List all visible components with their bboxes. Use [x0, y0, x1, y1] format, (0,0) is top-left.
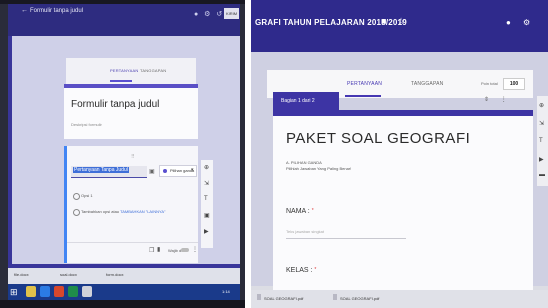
- option-1[interactable]: Opsi 1: [81, 193, 93, 198]
- download-item[interactable]: soal.docx: [60, 272, 77, 277]
- radio-option-icon: [73, 193, 80, 200]
- add-video-icon[interactable]: ▶: [539, 156, 544, 163]
- bezel: [0, 0, 245, 4]
- windows-taskbar: ⊞ 1:14: [8, 284, 240, 300]
- app-icon[interactable]: [82, 286, 92, 297]
- toolbar-icons[interactable]: ● ⚙ ↺: [194, 10, 224, 18]
- radio-add-icon: [73, 209, 80, 216]
- question-title-field[interactable]: Pertanyaan Tanpa Judul: [71, 166, 147, 178]
- question-card[interactable]: ⠿ Pertanyaan Tanpa Judul ▣ Pilihan ganda…: [64, 146, 198, 263]
- chevron-down-icon: ▾: [191, 167, 194, 173]
- window-title: Formulir tanpa judul: [30, 8, 84, 14]
- window-title-bar: ← Formulir tanpa judul ● ⚙ ↺ KIRIM: [8, 0, 240, 36]
- section-label: Bagian 1 dari 2: [273, 92, 339, 110]
- question-footer-divider: [67, 242, 198, 243]
- tab-questions[interactable]: PERTANYAAN: [347, 81, 382, 87]
- windows-start-icon[interactable]: ⊞: [10, 287, 18, 298]
- chrome-icon[interactable]: [54, 286, 64, 297]
- add-option-text[interactable]: Tambahkan opsi atau: [81, 209, 119, 214]
- star-icon[interactable]: ☆: [397, 16, 405, 27]
- total-points-value: 100: [503, 78, 525, 90]
- tab-responses[interactable]: TANGGAPAN: [140, 68, 166, 73]
- question-nama[interactable]: NAMA : *: [286, 208, 314, 215]
- drag-handle-icon[interactable]: ⠿: [131, 154, 135, 160]
- form-tabs: PERTANYAAN TANGGAPAN: [66, 58, 196, 84]
- add-image-icon[interactable]: ▣: [149, 168, 155, 175]
- import-question-icon[interactable]: ⇲: [204, 180, 209, 187]
- add-title-icon[interactable]: T: [204, 196, 208, 202]
- form-header-card[interactable]: Formulir tanpa judul Deskripsi formulir: [64, 84, 198, 139]
- download-bar: file.docx soal.docx form.docx: [8, 268, 240, 284]
- form-description-line1[interactable]: A. PILIHAN GANDA: [286, 160, 322, 165]
- required-asterisk: *: [311, 208, 314, 214]
- add-video-icon[interactable]: ▶: [204, 228, 209, 235]
- required-toggle[interactable]: [181, 248, 189, 252]
- question-title[interactable]: Pertanyaan Tanpa Judul: [73, 167, 129, 173]
- section-menu-icons[interactable]: ⇕ ⋮: [484, 96, 512, 103]
- add-other-link[interactable]: TAMBAHKAN "LAINNYA": [120, 209, 165, 214]
- file-icon: [333, 294, 337, 300]
- more-vert-icon[interactable]: ⋮: [192, 246, 198, 253]
- form-title[interactable]: PAKET SOAL GEOGRAFI: [286, 130, 470, 147]
- taskbar-clock: 1:14: [222, 289, 230, 294]
- download-bar: SOAL GEOGRAFI.pdf SOAL GEOGRAFI.pdf: [251, 290, 548, 308]
- import-question-icon[interactable]: ⇲: [539, 120, 544, 127]
- duplicate-icon[interactable]: ❐: [149, 247, 154, 254]
- short-answer-field[interactable]: Teks jawaban singkat: [286, 229, 406, 239]
- window-title-bar: GRAFI TAHUN PELAJARAN 2018/2019 ■ ☆ ● ⚙: [251, 0, 548, 52]
- question-type-dropdown[interactable]: Pilihan ganda ▾: [159, 165, 197, 177]
- add-question-icon[interactable]: ⊕: [539, 102, 544, 109]
- add-option-row[interactable]: Tambahkan opsi atau TAMBAHKAN "LAINNYA": [81, 209, 165, 214]
- form-description[interactable]: Deskripsi formulir: [71, 122, 102, 127]
- add-title-icon[interactable]: T: [539, 138, 543, 144]
- send-button[interactable]: KIRIM: [224, 8, 239, 19]
- file-explorer-icon[interactable]: [26, 286, 36, 297]
- add-section-icon[interactable]: ▬: [539, 172, 545, 178]
- download-item[interactable]: SOAL GEOGRAFI.pdf: [264, 296, 303, 301]
- form-description-line2[interactable]: Pilihlah Jawaban Yang Paling Benar!: [286, 166, 351, 171]
- delete-icon[interactable]: ▮: [157, 246, 160, 253]
- total-points-label: Poin total: [481, 81, 498, 86]
- ie-icon[interactable]: [40, 286, 50, 297]
- download-item[interactable]: form.docx: [106, 272, 124, 277]
- folder-icon[interactable]: ■: [381, 16, 386, 26]
- floating-toolbar: ⊕ ⇲ T ▶ ▬: [537, 96, 548, 186]
- left-photo-google-forms-blank: ← Formulir tanpa judul ● ⚙ ↺ KIRIM PERTA…: [0, 0, 245, 308]
- floating-toolbar: ⊕ ⇲ T ▣ ▶: [201, 160, 213, 248]
- download-item[interactable]: SOAL GEOGRAFI.pdf: [340, 296, 379, 301]
- bezel-bottom: [0, 300, 245, 308]
- question-kelas[interactable]: KELAS : *: [286, 267, 316, 274]
- question-kelas-label: KELAS :: [286, 267, 313, 274]
- add-image-icon[interactable]: ▣: [204, 212, 210, 219]
- active-tab-indicator: [345, 95, 381, 97]
- download-item[interactable]: file.docx: [14, 272, 29, 277]
- back-arrow-icon[interactable]: ←: [21, 7, 28, 14]
- required-asterisk: *: [314, 267, 317, 273]
- active-tab-indicator: [110, 80, 132, 82]
- question-nama-label: NAMA :: [286, 208, 310, 215]
- radio-type-icon: [163, 169, 167, 173]
- right-photo-google-forms-geografi: GRAFI TAHUN PELAJARAN 2018/2019 ■ ☆ ● ⚙ …: [251, 0, 548, 308]
- form-title[interactable]: Formulir tanpa judul: [71, 99, 159, 110]
- form-header-card[interactable]: PAKET SOAL GEOGRAFI A. PILIHAN GANDA Pil…: [273, 110, 533, 300]
- toolbar-icons[interactable]: ● ⚙: [506, 18, 535, 27]
- file-icon: [257, 294, 261, 300]
- tab-questions[interactable]: PERTANYAAN: [110, 68, 138, 73]
- add-question-icon[interactable]: ⊕: [204, 164, 209, 171]
- tab-responses[interactable]: TANGGAPAN: [411, 81, 443, 87]
- excel-icon[interactable]: [68, 286, 78, 297]
